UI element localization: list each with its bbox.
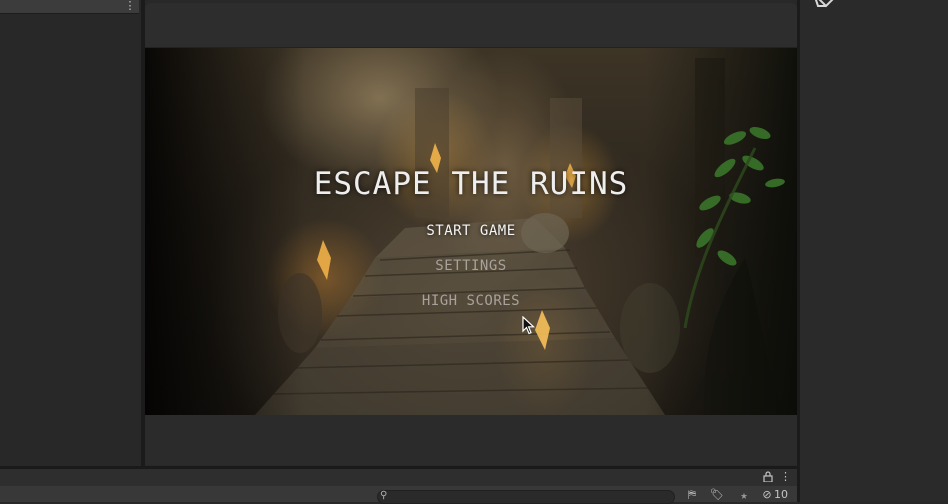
game-panel-toolbar (145, 3, 797, 48)
eye-slash-icon: ⊘ (762, 488, 772, 501)
hierarchy-menu-icon[interactable]: ⋮ (122, 0, 138, 13)
search-icon: ⚲ (380, 490, 388, 501)
start-game-button[interactable]: START GAME (371, 218, 571, 244)
mouse-cursor-icon (522, 316, 536, 335)
star-icon[interactable]: ★ (736, 488, 752, 502)
hidden-packages-count: 10 (774, 488, 788, 501)
hierarchy-panel (0, 0, 141, 466)
lock-icon[interactable] (762, 471, 774, 483)
settings-button[interactable]: SETTINGS (371, 253, 571, 279)
filter-by-type-icon[interactable]: ⛿ (684, 488, 700, 502)
hierarchy-panel-header (0, 0, 139, 14)
inspector-panel (800, 0, 948, 502)
high-scores-button[interactable]: HIGH SCORES (371, 288, 571, 314)
vignette-left (145, 48, 305, 415)
game-panel-footer (145, 415, 797, 465)
foliage-leaves (683, 126, 785, 328)
game-view[interactable]: ESCAPE THE RUINS START GAME SETTINGS HIG… (145, 48, 797, 415)
unity-logo-icon (814, 0, 834, 8)
project-panel-menu-icon[interactable]: ⋮ (780, 470, 791, 484)
hidden-packages-toggle[interactable]: ⊘ 10 (760, 488, 796, 502)
game-title: ESCAPE THE RUINS (313, 166, 629, 202)
project-panel-header (0, 469, 797, 487)
tag-icon[interactable]: 🏷 (709, 488, 725, 502)
